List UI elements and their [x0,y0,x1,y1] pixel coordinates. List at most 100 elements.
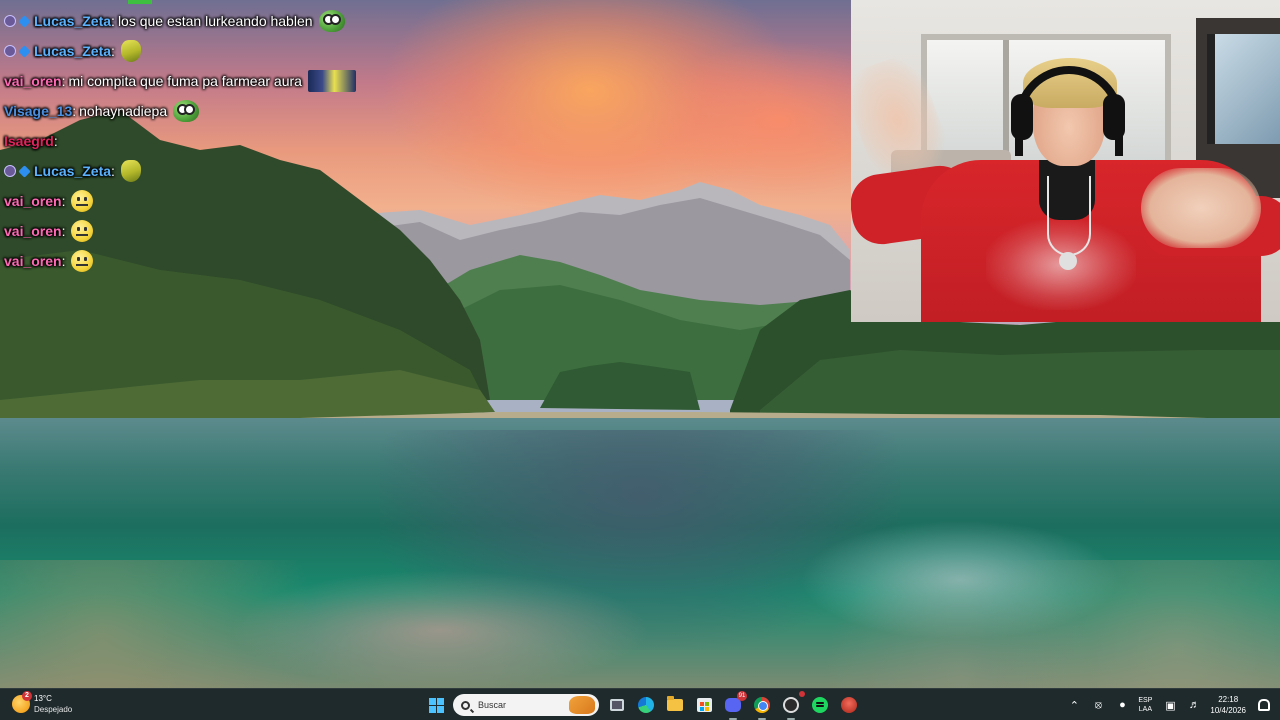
clock-date: 10/4/2026 [1210,706,1246,715]
verified-badge-icon [18,44,31,58]
network-off-icon[interactable]: ⦻ [1090,697,1106,713]
chrome-icon [754,697,770,713]
store-icon [696,698,712,712]
pickle-emote [120,160,141,182]
chat-message: vai_oren: [4,216,424,246]
start-button[interactable] [424,693,448,717]
subscriber-badge-icon [4,15,16,27]
chrome-button[interactable] [750,693,774,720]
search-placeholder: Buscar [478,700,507,710]
weather-badge: 2 [22,691,32,701]
spotify-button[interactable] [808,693,832,717]
display-icon[interactable]: ▣ [1162,697,1178,713]
system-tray: ⌃ ⦻ ● ESP LAA ▣ ♬ 22:18 10/4/2026 [1066,689,1280,720]
search-highlight-icon [569,696,595,714]
chat-separator: : [111,43,115,59]
chat-message: Lucas_Zeta: [4,156,424,186]
chat-separator: : [61,223,66,239]
chat-separator: : [61,253,66,269]
edge-icon [638,697,654,713]
chat-username[interactable]: Visage_13 [4,103,72,119]
weather-description: Despejado [34,705,73,714]
chat-username[interactable]: Lucas_Zeta [34,163,111,179]
streamer-chain [1047,176,1091,256]
room-tv [1207,34,1280,144]
input-language[interactable]: ESP LAA [1138,696,1152,714]
language-code: ESP [1138,697,1153,704]
edge-button[interactable] [634,693,658,717]
app-icon [841,697,857,713]
chat-username[interactable]: vai_oren [4,223,62,239]
store-button[interactable] [692,693,716,717]
obs-button[interactable] [779,691,805,720]
windows-logo-icon [428,697,444,713]
show-hidden-icons-button[interactable]: ⌃ [1066,697,1082,713]
chat-separator: : [111,163,115,179]
chat-username[interactable]: vai_oren [4,73,62,89]
verified-badge-icon [18,14,31,28]
verified-badge-icon [18,164,31,178]
chat-text: los que estan lurkeando hablen [117,13,313,29]
frog-emote [173,100,200,122]
chat-username[interactable]: vai_oren [4,193,62,209]
microphone-icon[interactable]: ● [1114,697,1130,713]
smile-emote [71,190,94,212]
chat-username[interactable]: Lucas_Zeta [34,43,111,59]
chat-message: vai_oren: [4,246,424,276]
chat-username[interactable]: Lucas_Zeta [34,13,111,29]
taskbar-center: Buscar 91 [424,691,866,720]
chat-username[interactable]: vai_oren [4,253,62,269]
chat-text: mi compita que fuma pa farmear aura [68,73,302,89]
taskbar-search[interactable]: Buscar [453,694,599,716]
chat-separator: : [53,133,58,149]
discord-badge: 91 [737,691,747,701]
volume-icon[interactable]: ♬ [1186,697,1202,713]
taskbar: 2 13°C Despejado Buscar 91 ⌃ ⦻ ● ESP LAA… [0,688,1280,720]
file-explorer-button[interactable] [663,693,687,717]
chat-separator: : [61,73,66,89]
search-icon [461,700,470,710]
folder-icon [667,696,683,711]
obs-icon [783,697,799,713]
chat-username[interactable]: Isaegrd [4,133,54,149]
notifications-icon[interactable] [1258,699,1270,711]
weather-widget[interactable]: 2 13°C Despejado [12,691,72,715]
smile-emote [71,220,94,242]
chat-separator: : [111,13,115,29]
weather-temperature: 13°C [34,694,52,703]
clock-time: 22:18 [1218,695,1239,704]
obs-recording-dot [799,691,805,697]
streamer-right-hand [1141,168,1261,248]
streamer-pendant [1059,252,1077,270]
chat-message: Isaegrd: [4,126,424,156]
app-button[interactable] [837,693,861,717]
weather-sun-icon: 2 [12,691,32,713]
clock[interactable]: 22:18 10/4/2026 [1210,694,1246,716]
chat-message: Visage_13: nohaynadiepa [4,96,424,126]
spotify-icon [812,697,828,713]
chat-text: nohaynadiepa [79,103,168,119]
chat-separator: : [72,103,77,119]
chat-separator: : [61,193,66,209]
chat-message: Lucas_Zeta: los que estan lurkeando hable… [4,6,424,36]
smile-emote [71,250,94,272]
webcam-feed [851,0,1280,322]
weather-text: 13°C Despejado [34,693,72,715]
pickle-emote [120,40,141,62]
frog-emote [318,10,345,32]
banner-emote [307,70,356,92]
shore-stones [0,560,1280,688]
chat-message: Lucas_Zeta: [4,36,424,66]
headphone-right-cup [1103,94,1125,140]
keyboard-layout: LAA [1138,706,1153,713]
task-view-button[interactable] [605,693,629,717]
chat-message: vai_oren: mi compita que fuma pa farmear … [4,66,424,96]
headphone-left-cup [1011,94,1033,140]
task-view-icon [610,699,624,711]
subscriber-badge-icon [4,45,16,57]
discord-button[interactable]: 91 [721,691,747,720]
chat-overlay: Lucas_Zeta: los que estan lurkeando hable… [4,6,424,276]
chat-message: vai_oren: [4,186,424,216]
subscriber-badge-icon [4,165,16,177]
overlay-top-strip [128,0,152,4]
